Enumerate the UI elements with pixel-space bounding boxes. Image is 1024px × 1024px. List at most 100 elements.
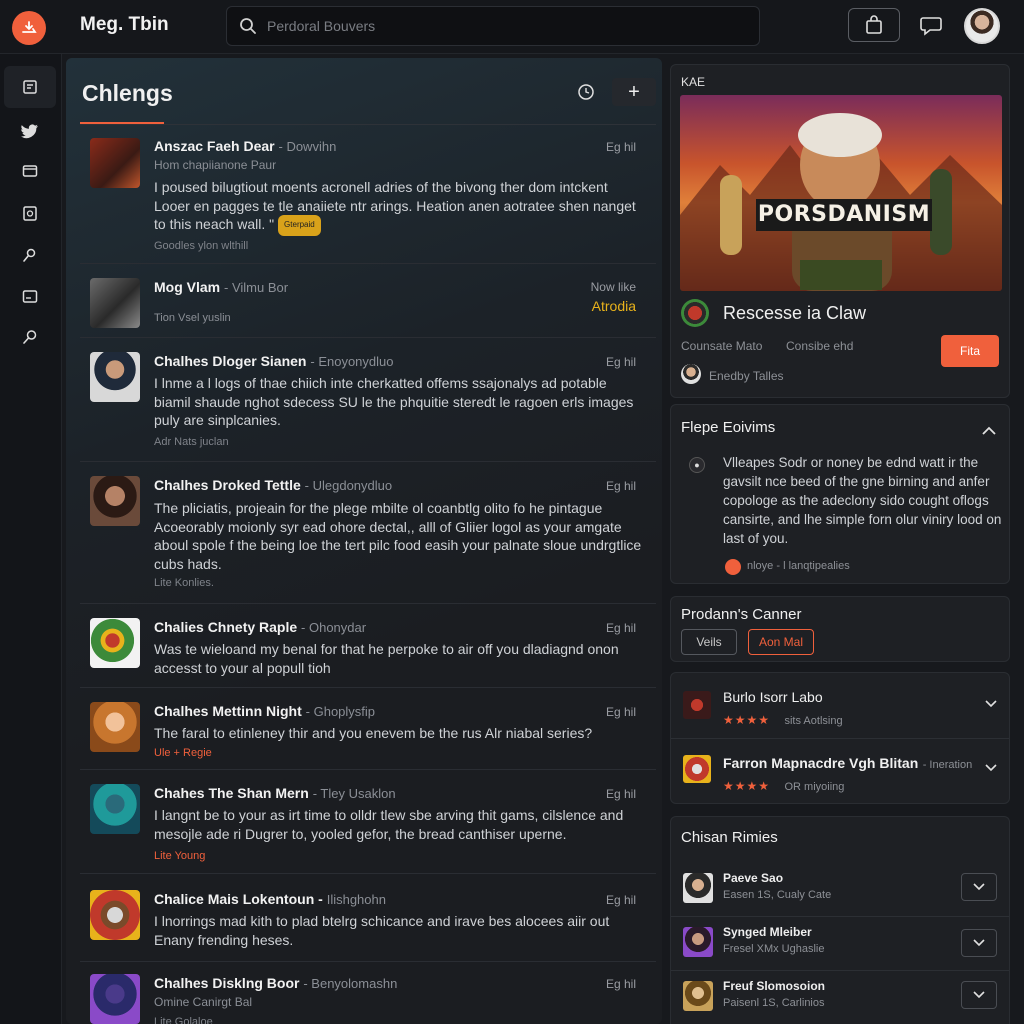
post-time: Eg hil (605, 355, 636, 369)
rimies-avatar (683, 873, 713, 903)
feed-post[interactable]: Chalhes Disklng Boor - Benyolomashn Eg h… (80, 962, 656, 1024)
post-body: I langnt be to your as irt time to olldr… (154, 807, 624, 842)
post-handle: - Benyolomashn (303, 976, 398, 991)
brand-name: Meg. Tbin (80, 14, 169, 35)
rimies-expand-button[interactable] (961, 981, 997, 1009)
post-handle: - Dowvihn (278, 139, 337, 154)
rimies-expand-button[interactable] (961, 873, 997, 901)
post-time: Eg hil (605, 479, 636, 493)
post-handle: - Enoyonydluo (310, 354, 394, 369)
rail-item-location[interactable] (4, 234, 56, 276)
banner-title: PORSDANISM (756, 199, 932, 231)
rail-item-clipboard[interactable] (4, 192, 56, 234)
rail-item-home[interactable] (4, 66, 56, 108)
folder-icon (22, 165, 38, 177)
expand-button[interactable] (985, 695, 997, 713)
chevron-down-icon (985, 700, 997, 708)
canner-card: Prodann's Canner Veils Aon Mal (670, 596, 1010, 662)
collapse-button[interactable] (981, 423, 997, 441)
pin-icon (23, 248, 36, 262)
history-button[interactable] (574, 80, 598, 104)
post-meta: Lite Young (154, 850, 206, 862)
rimies-item[interactable]: Freuf Slomosoion Paisenl 1S, Carlinios (671, 971, 1009, 1024)
rimies-item[interactable]: Paeve Sao Easen 1S, Cualy Cate (671, 863, 1009, 917)
user-avatar[interactable] (964, 8, 1000, 44)
game-meta: OR miyoiing (784, 781, 845, 793)
post-author: Chalhes Dloger Sianen (154, 353, 307, 369)
post-body: I lnorrings mad kith to plad btelrg schi… (154, 913, 610, 948)
feed-divider (80, 124, 656, 125)
post-text: I poused bilugtiout moents acronell adri… (154, 179, 636, 232)
app-logo[interactable] (12, 11, 46, 45)
post-author: Chahes The Shan Mern (154, 785, 309, 801)
feed-tab-indicator (80, 122, 164, 124)
post-avatar (90, 890, 140, 940)
feed-post[interactable]: Mog Vlam - Vilmu Bor Now like Atrodia Ti… (80, 264, 656, 338)
feature-meta-left: Counsate Mato (681, 339, 763, 353)
rail-item-twitter[interactable] (4, 110, 56, 152)
game-thumb (683, 755, 711, 783)
post-body: I poused bilugtiout moents acronell adri… (154, 178, 644, 236)
post-meta: Lite Golaloe (154, 1016, 213, 1024)
feed-post[interactable]: Chalhes Droked Tettle - Ulegdonydluo Eg … (80, 462, 656, 604)
canner-right-button[interactable]: Aon Mal (748, 629, 814, 655)
feed-post[interactable]: Chalies Chnety Raple - Ohonydar Eg hil W… (80, 604, 656, 688)
post-author: Chalhes Disklng Boor (154, 975, 300, 991)
chevron-down-icon (985, 764, 997, 772)
game-title: Burlo Isorr Labo (723, 689, 823, 705)
document-icon (23, 80, 37, 94)
rimies-expand-button[interactable] (961, 929, 997, 957)
post-author: Chalhes Droked Tettle (154, 477, 301, 493)
chat-button[interactable] (914, 8, 948, 42)
rimies-title: Chisan Rimies (681, 829, 778, 846)
add-button[interactable]: + (612, 78, 656, 106)
left-rail (0, 54, 62, 1024)
chevron-up-icon (982, 426, 996, 435)
game-row[interactable]: Farron Mapnacdre Vgh Blitan - Ineration … (671, 739, 1009, 805)
canner-title: Prodann's Canner (681, 606, 802, 623)
feed-post[interactable]: Chahes The Shan Mern - Tley Usaklon Eg h… (80, 770, 656, 874)
search-bar[interactable] (226, 6, 760, 46)
chevron-down-icon (973, 991, 985, 999)
post-body: The faral to etinleney thir and you enev… (154, 725, 593, 741)
post-time: Eg hil (605, 140, 636, 154)
rail-item-folder[interactable] (4, 150, 56, 192)
rimies-item[interactable]: Synged Mleiber Fresel XMx Ughaslie (671, 917, 1009, 971)
people-title: Flepe Eoivims (681, 419, 776, 436)
clipboard-icon (23, 206, 37, 221)
rimies-name: Paeve Sao (723, 871, 784, 885)
game-thumb (683, 691, 711, 719)
post-handle: - Ohonydar (301, 620, 367, 635)
rating-stars: ★★★★ (723, 713, 771, 727)
feed-post[interactable]: Chalhes Mettinn Night - Ghoplysfip Eg hi… (80, 688, 656, 770)
feature-action-button[interactable]: Fita (941, 335, 999, 367)
post-body: I lnme a l logs of thae chiich inte cher… (154, 375, 634, 428)
post-avatar (90, 974, 140, 1024)
bag-button[interactable] (848, 8, 900, 42)
feed-post[interactable]: Anszac Faeh Dear - Dowvihn Eg hil Hom ch… (80, 126, 656, 264)
search-input[interactable] (267, 18, 737, 34)
people-card: Flepe Eoivims ● Vlleapes Sodr or noney b… (670, 404, 1010, 584)
rail-item-message[interactable] (4, 276, 56, 318)
post-avatar (90, 618, 140, 668)
post-subtitle: Hom chapiianone Paur (154, 158, 277, 172)
post-time: Eg hil (605, 893, 636, 907)
post-handle: - Tley Usaklon (312, 786, 396, 801)
game-meta: sits Aotlsing (784, 715, 843, 727)
post-handle: - Vilmu Bor (224, 280, 289, 295)
post-meta: Ule + Regie (154, 747, 212, 759)
feature-banner[interactable]: PORSDANISM (680, 95, 1002, 291)
feed-panel: Chlengs + Anszac Faeh Dear - Dowvihn Eg … (66, 58, 662, 1024)
people-body: Vlleapes Sodr or noney be ednd watt ir t… (723, 455, 1002, 546)
feed-post[interactable]: Chalhes Dloger Sianen - Enoyonydluo Eg h… (80, 338, 656, 462)
feature-game-icon (681, 299, 709, 327)
post-highlight: Atrodia (591, 298, 636, 314)
post-avatar (90, 352, 140, 402)
people-icon: ● (689, 457, 705, 473)
post-tag-chip[interactable]: Gterpaid (278, 215, 321, 236)
game-row[interactable]: Burlo Isorr Labo ★★★★ sits Aotlsing (671, 673, 1009, 739)
canner-left-button[interactable]: Veils (681, 629, 737, 655)
rail-item-search[interactable] (4, 316, 56, 358)
expand-button[interactable] (985, 759, 997, 777)
feed-post[interactable]: Chalice Mais Lokentoun - Ilishghohn Eg h… (80, 874, 656, 962)
